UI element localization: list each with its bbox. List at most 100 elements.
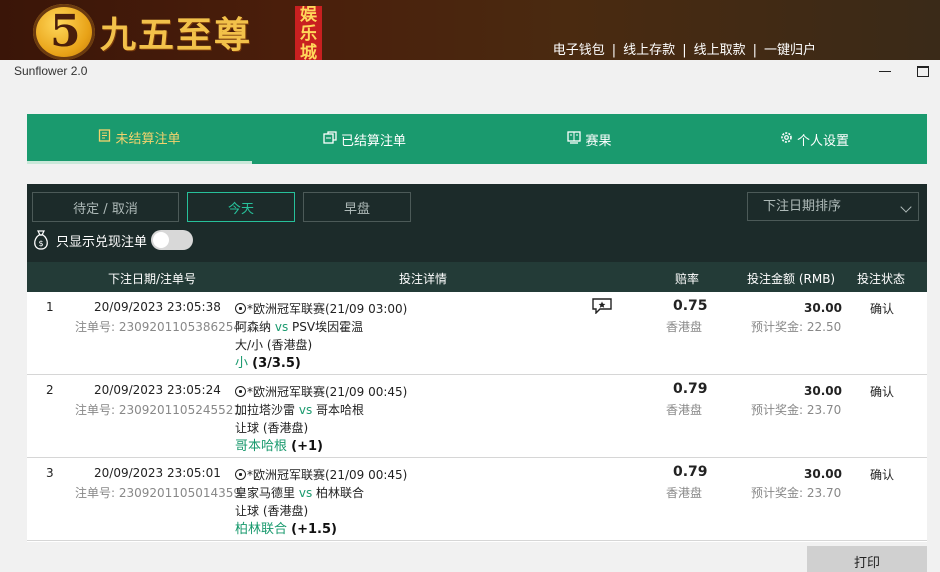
header-date: 下注日期/注单号 — [108, 272, 197, 286]
logo-seal: 娱乐城 — [295, 6, 322, 60]
window-titlebar: Sunflower 2.0 — [0, 60, 940, 83]
bet-status: 确认 — [870, 385, 895, 399]
link-e-wallet[interactable]: 电子钱包 — [553, 43, 605, 58]
header-status: 投注状态 — [857, 272, 906, 286]
filter-bar: 待定 / 取消 今天 早盘 下注日期排序 $ 只显示兑现注单 — [27, 184, 927, 262]
print-button[interactable]: 打印 — [807, 546, 927, 572]
header-details: 投注详情 — [399, 272, 448, 286]
minimize-icon[interactable] — [879, 71, 891, 72]
sort-dropdown-value: 下注日期排序 — [763, 199, 842, 214]
logo-number: 5 — [50, 6, 81, 57]
link-consolidate[interactable]: 一键归户 — [764, 43, 816, 58]
site-banner: 5 九五至尊 娱乐城 电子钱包 | 线上存款 | 线上取款 | 一键归户 — [0, 0, 940, 60]
tab-label: 个人设置 — [796, 133, 849, 149]
bet-date: 20/09/2023 23:05:01 — [94, 466, 221, 480]
match-teams: 皇家马德里 vs 柏林联合 — [235, 484, 364, 501]
home-team: 加拉塔沙雷 — [235, 403, 296, 417]
settled-icon — [323, 130, 337, 148]
cashout-filter-label: 只显示兑现注单 — [56, 234, 148, 250]
bet-pick: 小 (3/3.5) — [235, 352, 301, 371]
link-deposit[interactable]: 线上存款 — [623, 43, 675, 58]
expected-prize: 预计奖金: 22.50 — [751, 320, 842, 334]
tab-unsettled[interactable]: 未结算注单 — [27, 114, 252, 164]
league-name: *欧洲冠军联赛(21/09 00:45) — [247, 385, 408, 399]
odds-value: 0.75 — [673, 298, 708, 314]
stake-amount: 30.00 — [804, 301, 842, 315]
separator: | — [752, 43, 757, 58]
early-market-button[interactable]: 早盘 — [303, 192, 411, 222]
match-teams: 阿森纳 vs PSV埃因霍温 — [235, 318, 363, 335]
stake-amount: 30.00 — [804, 384, 842, 398]
scoreboard-icon — [567, 130, 582, 148]
tab-label: 赛果 — [585, 133, 612, 149]
link-withdraw[interactable]: 线上取款 — [694, 43, 746, 58]
soccer-ball-icon — [235, 469, 246, 480]
cashout-toggle[interactable] — [151, 230, 194, 250]
top-links: 电子钱包 | 线上存款 | 线上取款 | 一键归户 — [553, 39, 816, 58]
row-index: 1 — [46, 300, 54, 314]
pick-line: (+1.5) — [291, 522, 337, 537]
away-team: PSV埃因霍温 — [292, 320, 364, 334]
separator: | — [682, 43, 687, 58]
league-name: *欧洲冠军联赛(21/09 00:45) — [247, 468, 408, 482]
match-teams: 加拉塔沙雷 vs 哥本哈根 — [235, 401, 364, 418]
order-number: 注单号: 2309201105386254 — [75, 320, 242, 334]
bet-market: 让球 (香港盘) — [235, 504, 309, 518]
bet-pick: 柏林联合 (+1.5) — [235, 518, 337, 537]
tab-label: 未结算注单 — [115, 132, 181, 147]
odds-value: 0.79 — [673, 464, 708, 480]
gear-icon — [780, 131, 793, 148]
order-number: 注单号: 2309201105014359 — [75, 486, 242, 500]
tab-settled[interactable]: 已结算注单 — [252, 114, 477, 164]
pick-line: (3/3.5) — [252, 356, 301, 371]
vs-label: vs — [298, 403, 313, 417]
tab-label: 已结算注单 — [340, 133, 406, 149]
home-team: 阿森纳 — [235, 320, 272, 334]
home-team: 皇家马德里 — [235, 486, 296, 500]
stake-amount: 30.00 — [804, 467, 842, 481]
sort-dropdown[interactable]: 下注日期排序 — [747, 192, 919, 221]
bet-status: 确认 — [870, 468, 895, 482]
table-header: 下注日期/注单号 投注详情 赔率 投注金额 (RMB) 投注状态 — [27, 262, 927, 292]
odds-type: 香港盘 — [666, 486, 703, 500]
cashout-filter: $ 只显示兑现注单 — [32, 229, 194, 251]
today-button[interactable]: 今天 — [187, 192, 295, 222]
live-chat-icon[interactable] — [592, 298, 612, 315]
tab-settings[interactable]: 个人设置 — [702, 114, 927, 164]
soccer-ball-icon — [235, 386, 246, 397]
tab-results[interactable]: 赛果 — [477, 114, 702, 164]
bet-pick: 哥本哈根 (+1) — [235, 435, 323, 454]
away-team: 哥本哈根 — [316, 403, 365, 417]
bet-market: 让球 (香港盘) — [235, 421, 309, 435]
bet-date: 20/09/2023 23:05:24 — [94, 383, 221, 397]
vs-label: vs — [274, 320, 289, 334]
maximize-icon[interactable] — [917, 66, 929, 77]
separator: | — [611, 43, 617, 58]
bets-table: 1 20/09/2023 23:05:38 注单号: 2309201105386… — [27, 292, 927, 542]
bet-market: 大/小 (香港盘) — [235, 338, 313, 352]
bet-status: 确认 — [870, 302, 895, 316]
window-title: Sunflower 2.0 — [14, 64, 88, 78]
league-line: *欧洲冠军联赛(21/09 03:00) — [235, 300, 407, 317]
header-odds: 赔率 — [675, 272, 700, 286]
money-bag-icon: $ — [32, 229, 50, 251]
pick-selection: 哥本哈根 — [235, 439, 288, 454]
pick-selection: 柏林联合 — [235, 522, 288, 537]
pick-line: (+1) — [291, 439, 323, 454]
chevron-down-icon — [900, 201, 912, 213]
pick-selection: 小 — [235, 356, 249, 371]
row-index: 2 — [46, 383, 54, 397]
table-row: 3 20/09/2023 23:05:01 注单号: 2309201105014… — [27, 458, 927, 541]
main-tabs: 未结算注单 已结算注单 赛果 个人设置 — [27, 114, 927, 164]
logo-name: 九五至尊 — [100, 14, 253, 56]
expected-prize: 预计奖金: 23.70 — [751, 486, 842, 500]
odds-value: 0.79 — [673, 381, 708, 397]
pending-cancelled-button[interactable]: 待定 / 取消 — [32, 192, 179, 222]
order-number: 注单号: 2309201105245521 — [75, 403, 242, 417]
league-line: *欧洲冠军联赛(21/09 00:45) — [235, 466, 407, 483]
vs-label: vs — [298, 486, 313, 500]
ticket-icon — [98, 129, 111, 146]
header-stake: 投注金额 (RMB) — [747, 272, 836, 286]
odds-type: 香港盘 — [666, 320, 703, 334]
table-row: 2 20/09/2023 23:05:24 注单号: 2309201105245… — [27, 375, 927, 458]
